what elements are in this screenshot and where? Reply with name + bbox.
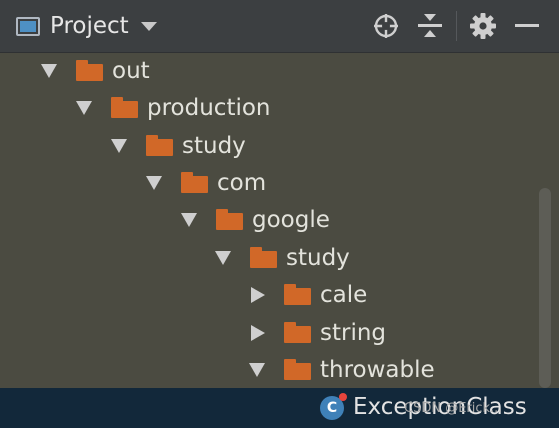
tree-node-label: production (147, 94, 271, 121)
locate-button[interactable] (364, 6, 408, 46)
chevron-right-icon (250, 324, 265, 341)
chevron-down-icon (111, 138, 127, 153)
minimize-button[interactable] (505, 6, 549, 46)
window-icon (16, 16, 40, 36)
locate-icon (374, 14, 398, 38)
tree-node-throwable[interactable]: throwable (248, 351, 435, 388)
toolbar-separator (456, 11, 457, 41)
tree-node-label: string (320, 319, 387, 346)
chevron-down-icon (215, 250, 231, 265)
tree-node-label: google (252, 206, 330, 233)
gear-icon (470, 13, 496, 39)
expand-toggle[interactable] (145, 174, 163, 192)
chevron-down-icon (181, 212, 197, 227)
tree-node-cale[interactable]: cale (248, 276, 367, 313)
tree-node-string[interactable]: string (248, 314, 386, 351)
expand-toggle[interactable] (214, 249, 232, 267)
tree-node-label: cale (320, 281, 368, 308)
tree-node-label: com (217, 169, 267, 196)
header-toolbar (364, 0, 549, 52)
tree-node-google[interactable]: google (180, 201, 330, 238)
tree-node-label: study (286, 244, 350, 271)
tree-node-study[interactable]: study (214, 239, 350, 276)
vertical-scrollbar[interactable] (539, 188, 551, 388)
tree-node-selected-class[interactable]: C ExceptionClass CSDN @Erick... (0, 388, 559, 428)
folder-icon (76, 60, 103, 81)
folder-icon (216, 209, 243, 230)
expand-toggle[interactable] (180, 211, 198, 229)
chevron-down-icon (249, 362, 265, 377)
collapse-all-icon (418, 14, 442, 37)
tree-node-com[interactable]: com (145, 164, 266, 201)
chevron-down-icon (146, 175, 162, 190)
class-icon-letter: C (326, 400, 338, 416)
tree-node-production[interactable]: production (75, 89, 271, 126)
folder-icon (181, 172, 208, 193)
folder-icon (250, 247, 277, 268)
expand-toggle[interactable] (75, 99, 93, 117)
tool-window-header: Project (0, 0, 559, 53)
folder-icon (284, 284, 311, 305)
tree-node-label: study (182, 132, 246, 159)
chevron-down-icon (41, 63, 57, 78)
folder-icon (284, 322, 311, 343)
watermark: CSDN @Erick... (404, 401, 503, 416)
expand-toggle[interactable] (248, 361, 266, 379)
folder-icon (146, 135, 173, 156)
expand-toggle[interactable] (248, 286, 266, 304)
chevron-down-icon (76, 100, 92, 115)
tree-node-label: throwable (320, 356, 435, 383)
tree-node-out[interactable]: out (40, 52, 150, 89)
tree-node-label: out (112, 57, 150, 84)
tool-window-title: Project (50, 13, 129, 39)
expand-toggle[interactable] (40, 62, 58, 80)
minimize-icon (515, 24, 539, 27)
tree-node-study[interactable]: study (110, 127, 246, 164)
folder-icon (111, 97, 138, 118)
project-view-selector[interactable]: Project (16, 0, 157, 52)
class-icon: C (320, 393, 347, 420)
collapse-all-button[interactable] (408, 6, 452, 46)
project-tree: out production study com google study ca… (0, 52, 559, 388)
expand-toggle[interactable] (248, 324, 266, 342)
expand-toggle[interactable] (110, 137, 128, 155)
chevron-right-icon (250, 286, 265, 303)
settings-button[interactable] (461, 6, 505, 46)
modifier-badge (339, 393, 347, 401)
folder-icon (284, 359, 311, 380)
chevron-down-icon (140, 21, 157, 31)
